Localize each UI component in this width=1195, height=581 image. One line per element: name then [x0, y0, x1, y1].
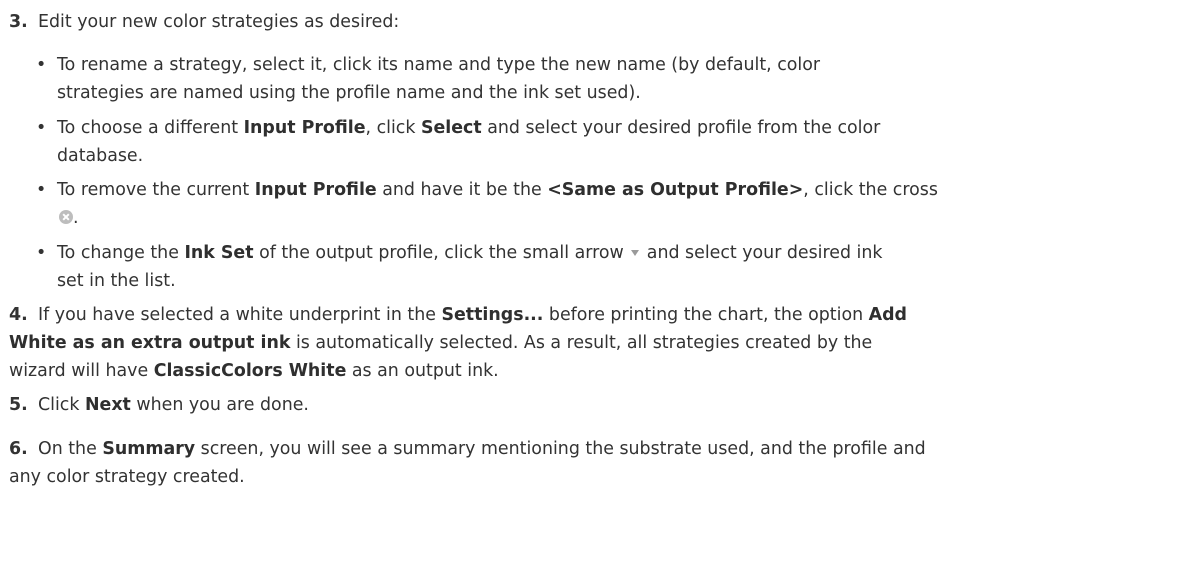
add-white-term: White as an extra output ink [9, 333, 291, 353]
bullet-text: To choose a different Input Profile, cli… [57, 114, 1186, 170]
bullet-text: To rename a strategy, select it, click i… [57, 51, 1186, 107]
step-number: 5. [9, 395, 28, 415]
step-text: Click Next when you are done. [38, 391, 1190, 419]
step-line: any color strategy created. [9, 467, 245, 487]
step-line: Click Next when you are done. [38, 391, 1190, 419]
step-text: On the Summary screen, you will see a su… [9, 435, 1190, 491]
text-run: On the [38, 439, 103, 459]
text-run: . [73, 208, 79, 228]
add-white-term: Add [868, 305, 907, 325]
text-run: before printing the chart, the option [543, 305, 869, 325]
text-run: screen, you will see a summary mentionin… [195, 439, 926, 459]
classic-colors-white-term: ClassicColors White [153, 361, 347, 381]
step-line: On the Summary screen, you will see a su… [38, 435, 1190, 463]
bullet-line: To choose a different Input Profile, cli… [57, 114, 1186, 142]
bullet-dot: • [36, 180, 47, 200]
summary-term: Summary [102, 439, 196, 459]
step-number: 4. [9, 305, 28, 325]
bullet-line: To remove the current Input Profile and … [57, 176, 1186, 204]
bullet-dot: • [36, 243, 47, 263]
bullet-dot: • [36, 118, 47, 138]
bullet-dot: • [36, 55, 47, 75]
text-run: of the output profile, click the small a… [253, 243, 624, 263]
step-line: White as an extra output ink is automati… [9, 329, 1190, 357]
cross-circle-icon [59, 210, 73, 224]
bullet-line: To change the Ink Set of the output prof… [57, 239, 1186, 267]
bullet-line: set in the list. [57, 271, 176, 291]
step-line: If you have selected a white underprint … [38, 301, 1190, 329]
bullet-text: To change the Ink Set of the output prof… [57, 239, 1186, 295]
document: 3. Edit your new color strategies as des… [0, 0, 1195, 581]
text-run: To choose a different [57, 118, 244, 138]
select-term: Select [420, 118, 482, 138]
text-run: Click [38, 395, 85, 415]
bullet-line: strategies are named using the profile n… [57, 83, 641, 103]
dropdown-arrow-icon [631, 250, 640, 256]
step-line: wizard will have ClassicColors White as … [9, 357, 1190, 385]
text-run: as an output ink. [346, 361, 499, 381]
step-number: 3. [9, 12, 28, 32]
bullet-text: To remove the current Input Profile and … [57, 176, 1186, 232]
text-run: wizard will have [9, 361, 154, 381]
settings-term: Settings... [441, 305, 544, 325]
text-run: is automatically selected. As a result, … [290, 333, 873, 353]
text-run: and have it be the [376, 180, 548, 200]
text-run: , click [365, 118, 421, 138]
bullet-line: To rename a strategy, select it, click i… [57, 55, 821, 75]
ink-set-term: Ink Set [184, 243, 254, 263]
bullet-line: . [57, 204, 1186, 232]
text-run: To remove the current [57, 180, 255, 200]
step-number: 6. [9, 439, 28, 459]
next-term: Next [84, 395, 131, 415]
text-run: To change the [57, 243, 185, 263]
text-run: when you are done. [130, 395, 309, 415]
text-run: If you have selected a white underprint … [38, 305, 442, 325]
text-run: and select your desired ink [641, 243, 883, 263]
bullet-line: database. [57, 146, 144, 166]
same-as-output-term: <Same as Output Profile> [547, 180, 804, 200]
text-run: and select your desired profile from the… [481, 118, 881, 138]
input-profile-term: Input Profile [254, 180, 377, 200]
step-text: If you have selected a white underprint … [9, 301, 1190, 385]
text-run: , click the cross [803, 180, 938, 200]
input-profile-term: Input Profile [243, 118, 366, 138]
step-text: Edit your new color strategies as desire… [38, 12, 400, 32]
